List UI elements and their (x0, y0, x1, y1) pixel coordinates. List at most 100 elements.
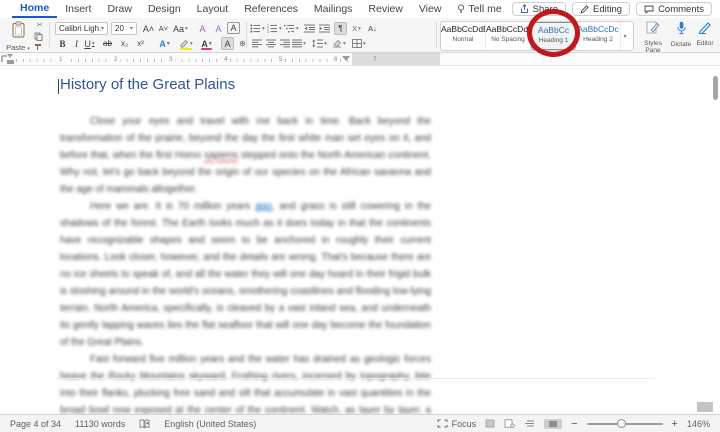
style-heading-1[interactable]: AaBbCc Heading 1 (531, 22, 576, 50)
comments-button[interactable]: Comments (636, 2, 712, 16)
character-border-button[interactable]: A (227, 22, 240, 34)
change-case-button[interactable]: Aa ▾ (173, 22, 188, 35)
document-title-heading[interactable]: History of the Great Plains (60, 76, 235, 93)
text-effects-button[interactable]: A ▾ (158, 37, 171, 50)
superscript-button[interactable]: x² (134, 37, 147, 50)
character-shading-button[interactable]: A (221, 37, 234, 50)
text-cursor (58, 79, 59, 94)
editing-button[interactable]: Editing (572, 2, 631, 16)
document-body-text[interactable]: Close your eyes and travel with me back … (60, 113, 431, 414)
proofing-status-icon[interactable] (139, 419, 150, 429)
paragraph-1[interactable]: Close your eyes and travel with me back … (60, 113, 431, 198)
ruler-number: 5 (277, 56, 285, 63)
styles-pane-label1: Styles (644, 40, 662, 47)
bold-button[interactable]: B (56, 37, 69, 50)
tab-layout[interactable]: Layout (189, 0, 237, 18)
italic-button[interactable]: I (70, 37, 83, 50)
hyperlink-word[interactable]: ago (255, 201, 271, 212)
ribbon-tab-bar: Home Insert Draw Design Layout Reference… (0, 0, 720, 18)
shading-button[interactable]: ▾ (332, 37, 346, 50)
share-button[interactable]: Share (511, 2, 566, 16)
view-draft-button-selected[interactable] (544, 418, 563, 429)
format-painter-icon[interactable] (34, 42, 45, 50)
font-size-value: 20 (115, 24, 124, 33)
tab-view[interactable]: View (411, 0, 450, 18)
tab-insert[interactable]: Insert (57, 0, 99, 18)
paragraph-3[interactable]: Fast forward five million years and the … (60, 351, 431, 414)
group-separator (246, 22, 247, 48)
sort-button[interactable]: A↓ (366, 22, 379, 35)
borders-button[interactable]: ▾ (352, 37, 366, 50)
vertical-scrollbar-thumb[interactable] (713, 76, 718, 100)
font-size-combobox[interactable]: 20 ▾ (111, 22, 137, 35)
bullets-button[interactable]: ▾ (250, 22, 265, 35)
styles-pane-button[interactable]: Styles Pane (638, 21, 668, 54)
editor-label: Editor (696, 40, 714, 47)
language-indicator[interactable]: English (United States) (164, 419, 256, 429)
tab-mailings[interactable]: Mailings (306, 0, 361, 18)
zoom-out-button[interactable]: − (571, 418, 577, 430)
focus-toggle[interactable]: Focus (437, 418, 477, 429)
line-spacing-button[interactable]: ▾ (312, 37, 327, 50)
tab-review[interactable]: Review (360, 0, 410, 18)
underline-button[interactable]: U ▾ (83, 37, 96, 50)
tab-references[interactable]: References (236, 0, 306, 18)
word-count[interactable]: 11130 words (75, 419, 125, 429)
page-indicator[interactable]: Page 4 of 34 (10, 419, 61, 429)
tab-design[interactable]: Design (140, 0, 189, 18)
zoom-slider-thumb[interactable] (616, 418, 626, 428)
font-name-value: Calibri Ligh... (59, 24, 101, 33)
misspelled-word[interactable]: sapiens (204, 150, 238, 161)
justify-button[interactable]: ▾ (292, 37, 306, 50)
document-page[interactable]: History of the Great Plains Close your e… (0, 66, 720, 414)
zoom-percentage[interactable]: 146% (687, 419, 710, 429)
highlight-color-button[interactable]: ▾ (179, 37, 193, 50)
right-indent-marker[interactable] (342, 56, 350, 61)
font-name-combobox[interactable]: Calibri Ligh...▾ (55, 22, 108, 35)
asian-layout-button[interactable]: X ▾ (350, 22, 363, 35)
view-web-layout-button[interactable] (524, 419, 535, 428)
clipboard-mini-buttons: ✂ (34, 22, 45, 50)
cut-icon[interactable]: ✂ (34, 22, 45, 30)
font-color-swatch (201, 47, 212, 50)
shrink-font-button[interactable]: A˅ (157, 22, 170, 35)
font-color-button[interactable]: A ▾ (200, 37, 213, 50)
tell-me-label: Tell me (468, 3, 502, 15)
numbering-button[interactable]: 1 2 3 ▾ (267, 22, 282, 35)
share-label: Share (532, 3, 558, 15)
clear-formatting-button[interactable]: A (196, 22, 209, 35)
increase-indent-button[interactable] (318, 22, 331, 35)
strikethrough-button[interactable]: ab (101, 37, 114, 50)
view-print-layout-button[interactable] (504, 419, 515, 428)
scrollbar-corner (697, 402, 713, 412)
zoom-slider[interactable] (586, 418, 663, 428)
style-normal[interactable]: AaBbCcDdEe Normal (441, 22, 486, 50)
grow-font-button[interactable]: A˄ (142, 22, 155, 35)
align-left-button[interactable] (250, 37, 263, 50)
pencil-icon (580, 4, 589, 14)
align-right-button[interactable] (278, 37, 291, 50)
tab-home[interactable]: Home (12, 0, 58, 18)
multilevel-list-button[interactable]: ▾ (284, 22, 299, 35)
tab-draw[interactable]: Draw (99, 0, 140, 18)
decrease-indent-button[interactable] (303, 22, 316, 35)
ruler-number: 6 (332, 56, 340, 63)
show-paragraph-marks-button[interactable]: ¶ (334, 22, 347, 35)
style-heading-2[interactable]: AaBbCcDc Heading 2 (576, 22, 621, 50)
phonetic-guide-button[interactable]: A (212, 22, 225, 35)
comments-label: Comments (658, 3, 704, 15)
ruler-number: 2 (112, 56, 120, 63)
copy-icon[interactable] (34, 32, 45, 41)
editor-button[interactable]: Editor (692, 21, 718, 47)
paragraph-2[interactable]: Here we are. It is 70 million years ago,… (60, 198, 431, 351)
subscript-button[interactable]: x₂ (118, 37, 131, 50)
paste-button[interactable]: Paste ▾ (5, 21, 31, 52)
focus-label: Focus (451, 418, 477, 429)
zoom-in-button[interactable]: + (672, 418, 678, 430)
align-center-button[interactable] (264, 37, 277, 50)
styles-gallery-more-arrow[interactable]: ▾ (621, 22, 629, 50)
insert-symbol-button[interactable]: ⊕ (236, 37, 249, 50)
style-no-spacing[interactable]: AaBbCcDdEe No Spacing (486, 22, 531, 50)
tell-me-button[interactable]: Tell me (449, 0, 509, 18)
view-read-mode-button[interactable] (485, 419, 495, 428)
